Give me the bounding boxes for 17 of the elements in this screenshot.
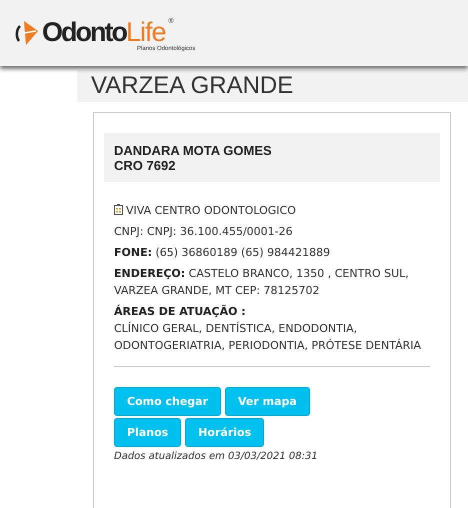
action-button[interactable]: Planos — [114, 418, 182, 447]
page-title: VARZEA GRANDE — [91, 72, 294, 100]
logo-icon — [14, 20, 40, 46]
registration-number: CRO 7692 — [114, 158, 176, 173]
action-button[interactable]: Horários — [185, 418, 264, 447]
action-button[interactable]: Ver mapa — [225, 387, 310, 416]
update-note: Dados atualizados em 03/03/2021 08:31 — [113, 450, 319, 462]
specialties-text: CLÍNICO GERAL, DENTÍSTICA, ENDODONTIA, ODONTOGERIATRIA, PERIODONTIA, PRÓTESE DENTÁRIA — [114, 320, 422, 354]
building-icon — [114, 204, 123, 215]
info-line: FONE: (65) 36860189 (65) 984421889 — [114, 245, 332, 261]
info-line: CNPJ: CNPJ: 36.100.455/0001-26 — [114, 224, 294, 240]
info-line: ENDEREÇO: CASTELO BRANCO, 1350 , CENTRO SUL, VARZEA GRANDE, MT CEP: 78125702 — [114, 266, 410, 299]
dentist-name: DANDARA MOTA GOMES — [114, 143, 273, 158]
clinic-name: VIVA CENTRO ODONTOLOGICO — [126, 204, 296, 217]
action-button[interactable]: Como chegar — [114, 387, 222, 416]
logo-wordmark: OdontoLife — [42, 16, 166, 46]
section-label: ÁREAS DE ATUAÇÃO : — [114, 304, 247, 320]
